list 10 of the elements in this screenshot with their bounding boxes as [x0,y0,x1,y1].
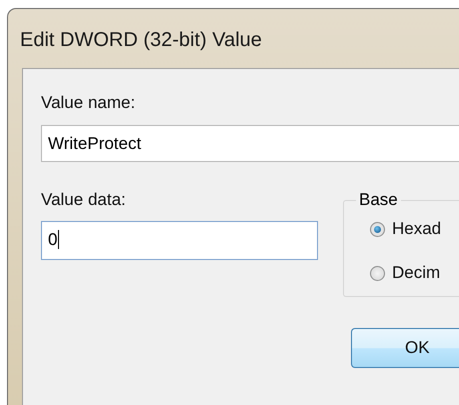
value-data-field[interactable]: 0 [41,221,318,260]
value-name-field[interactable]: WriteProtect [41,125,459,162]
ok-button[interactable]: OK [351,328,459,368]
window-title: Edit DWORD (32-bit) Value [19,28,263,53]
value-data-label: Value data: [41,190,127,210]
value-name-label: Value name: [41,93,136,113]
radio-button-icon[interactable] [370,222,385,236]
radio-option[interactable]: Hexad [370,219,459,239]
radio-option[interactable]: Decim [370,263,459,283]
radio-button-icon[interactable] [370,266,385,280]
